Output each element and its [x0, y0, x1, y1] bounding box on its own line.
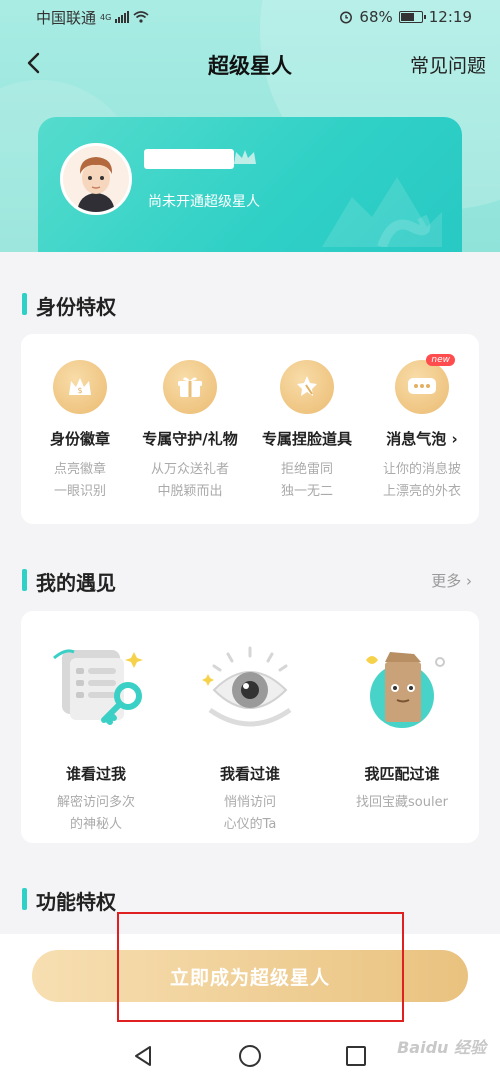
avatar[interactable] [60, 143, 132, 215]
privilege-label: 专属守护/礼物 [142, 430, 238, 448]
profile-card: 尚未开通超级星人 [38, 117, 462, 252]
section-title-features: 功能特权 [22, 886, 116, 915]
crown-icon [234, 150, 256, 164]
encounter-label: 谁看过我 [65, 765, 126, 783]
privilege-item-guard-gift[interactable]: 专属守护/礼物 从万众送礼者 中脱颖而出 [131, 360, 249, 503]
privilege-label: 消息气泡 › [386, 430, 458, 448]
nav-header: 超级星人 常见问题 [0, 40, 500, 84]
faq-link[interactable]: 常见问题 [410, 51, 486, 78]
chevron-right-icon: › [451, 430, 458, 448]
face-prop-icon [280, 360, 334, 414]
gift-icon [163, 360, 217, 414]
encounter-item-who-viewed-me[interactable]: 谁看过我 解密访问多次 的神秘人 [21, 635, 171, 836]
privileges-card: $ 身份徽章 点亮徽章 一眼识别 专属守护/礼物 从万众送礼者 中脱颖而出 专属捏脸… [21, 334, 479, 524]
encounter-label: 我看过谁 [219, 765, 280, 783]
membership-status: 尚未开通超级星人 [148, 194, 260, 210]
alarm-icon [340, 11, 353, 24]
chevron-right-icon: › [466, 572, 472, 590]
encounter-label: 我匹配过谁 [364, 765, 440, 783]
triangle-back-icon [135, 1046, 151, 1066]
section-title-encounters: 我的遇见 [22, 567, 116, 596]
annotation-highlight-box [117, 912, 404, 1022]
nav-recents-button[interactable] [344, 1044, 368, 1068]
key-document-icon [21, 635, 171, 735]
privilege-desc: 拒绝雷同 独一无二 [280, 462, 333, 499]
square-recents-icon [346, 1046, 366, 1066]
privilege-label: 专属捏脸道具 [261, 430, 352, 448]
network-label: 4G [100, 12, 112, 22]
encounter-desc: 解密访问多次 的神秘人 [56, 795, 135, 832]
privilege-desc: 点亮徽章 一眼识别 [53, 462, 106, 499]
section-title-privileges: 身份特权 [22, 291, 116, 320]
mountain-decoration [322, 177, 442, 247]
battery-percent: 68% [359, 8, 393, 26]
encounter-desc: 悄悄访问 心仪的Ta [223, 795, 277, 832]
battery-icon [398, 11, 426, 23]
circle-home-icon [239, 1045, 261, 1067]
bubble-icon: new [395, 354, 455, 414]
nav-home-button[interactable] [238, 1044, 262, 1068]
wifi-icon [133, 11, 149, 23]
privilege-desc: 让你的消息披 上漂亮的外衣 [382, 462, 461, 499]
privilege-desc: 从万众送礼者 中脱颖而出 [150, 462, 229, 499]
back-button[interactable] [18, 48, 48, 78]
nav-back-button[interactable] [131, 1044, 155, 1068]
carrier-label: 中国联通 [36, 8, 97, 27]
watermark: Baidu 经验 [397, 1038, 486, 1057]
privilege-item-face-prop[interactable]: 专属捏脸道具 拒绝雷同 独一无二 [248, 360, 366, 503]
status-bar: 中国联通 4G 68% 12:19 [0, 0, 500, 34]
clock: 12:19 [428, 8, 472, 26]
chevron-left-icon [27, 52, 40, 74]
encounter-item-who-i-matched[interactable]: 我匹配过谁 找回宝藏souler [327, 635, 477, 814]
svg-text:$: $ [77, 386, 82, 395]
encounter-desc: 找回宝藏souler [356, 795, 448, 810]
more-link[interactable]: 更多 › [431, 570, 472, 591]
eye-icon [175, 635, 325, 735]
encounters-card: 谁看过我 解密访问多次 的神秘人 我看过谁 悄悄访问 心仪的Ta 我匹配过谁 找… [21, 611, 479, 843]
badge-icon: $ [53, 360, 107, 414]
privilege-item-message-bubble[interactable]: new 消息气泡 › 让你的消息披 上漂亮的外衣 [363, 354, 481, 503]
username-redacted [144, 149, 234, 169]
paper-bag-character-icon [327, 635, 477, 735]
privilege-label: 身份徽章 [49, 430, 110, 448]
privilege-item-badge[interactable]: $ 身份徽章 点亮徽章 一眼识别 [21, 360, 139, 503]
encounter-item-i-viewed[interactable]: 我看过谁 悄悄访问 心仪的Ta [175, 635, 325, 836]
signal-icon [115, 11, 130, 23]
new-badge: new [426, 354, 455, 366]
